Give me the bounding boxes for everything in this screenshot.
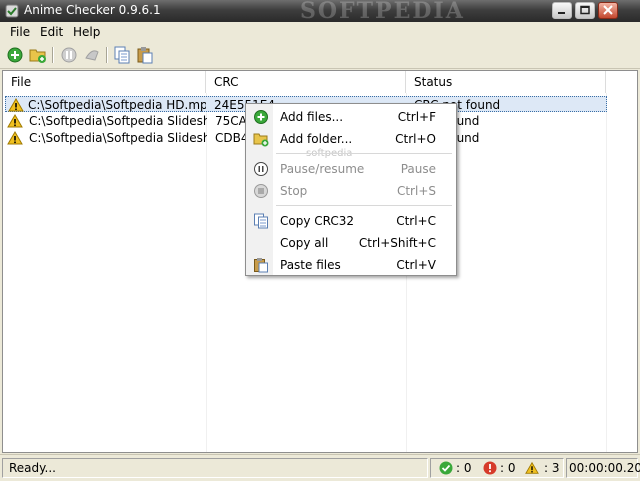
menu-item-copy-crc32[interactable]: Copy CRC32 Ctrl+C [248,211,454,231]
ok-count: : 0 [456,461,472,475]
menu-item-label: Add files... [280,110,344,124]
paste-icon[interactable] [136,46,154,64]
pause-icon [254,162,268,176]
status-bar: Ready... : 0 : 0 : 3 00:00:00.202 [0,454,640,481]
warning-icon [7,131,23,145]
menu-item-label: Stop [280,184,308,198]
add-folder-icon[interactable] [29,46,47,64]
maximize-button[interactable] [575,2,595,19]
list-header: File CRC Status [3,71,637,93]
menu-bar: File Edit Help [0,22,640,42]
minimize-button[interactable] [552,2,572,19]
add-files-icon [254,110,268,124]
add-files-icon[interactable] [6,46,24,64]
menu-item-label: Paste files [280,258,341,272]
app-icon [5,4,19,18]
status-counts-pane: : 0 : 0 : 3 [430,458,564,478]
add-folder-icon [253,133,269,147]
column-divider [206,93,207,452]
warning-icon [8,98,24,112]
paste-icon [254,258,268,273]
window-title: Anime Checker 0.9.6.1 [24,3,161,17]
ok-icon [439,461,453,475]
cell-file: C:\Softpedia\Softpedia Slideshow... [29,114,207,128]
menu-item-shortcut: Ctrl+C [396,214,436,228]
menu-file[interactable]: File [10,25,30,39]
minimize-icon [558,12,565,14]
menu-item-shortcut: Ctrl+O [395,132,436,146]
menu-help[interactable]: Help [73,25,100,39]
status-text: Ready... [9,461,56,475]
menu-separator [276,153,452,154]
cell-file: C:\Softpedia\Softpedia HD.mp4 [28,98,206,112]
menu-item-label: Copy all [280,236,329,250]
pause-icon[interactable] [60,46,78,64]
menu-edit[interactable]: Edit [40,25,63,39]
menu-item-pause-resume[interactable]: Pause/resume Pause [248,159,454,179]
status-time-pane: 00:00:00.202 [566,458,640,478]
menu-item-label: Add folder... [280,132,353,146]
toolbar-separator [52,47,54,63]
warning-icon [525,461,539,474]
warning-icon [7,114,23,128]
copy-icon [254,213,268,229]
close-button[interactable] [598,2,618,19]
menu-item-paste-files[interactable]: Paste files Ctrl+V [248,255,454,275]
maximize-icon [580,5,590,15]
menu-item-label: Copy CRC32 [280,214,355,228]
title-bar: Anime Checker 0.9.6.1 SOFTPEDIA [0,0,640,24]
column-header-crc[interactable]: CRC [206,71,406,93]
stop-icon [254,184,268,198]
menu-item-shortcut: Pause [400,162,436,176]
menu-item-add-files[interactable]: Add files... Ctrl+F [248,107,454,127]
column-divider [606,93,607,452]
column-header-status[interactable]: Status [406,71,606,93]
toolbar-separator [106,47,108,63]
status-pane: Ready... [2,458,428,478]
warning-count: : 3 [544,461,560,475]
menu-item-shortcut: Ctrl+V [396,258,436,272]
close-icon [603,5,613,15]
menu-item-shortcut: Ctrl+F [397,110,436,124]
elapsed-time: 00:00:00.202 [569,461,640,475]
cell-status: found [445,114,480,128]
menu-item-add-folder[interactable]: Add folder... Ctrl+O [248,129,454,149]
error-icon [483,461,497,475]
cell-file: C:\Softpedia\Softpedia Slideshow... [29,131,207,145]
toolbar [0,42,640,69]
menu-item-shortcut: Ctrl+Shift+C [358,236,436,250]
menu-item-copy-all[interactable]: Copy all Ctrl+Shift+C [248,233,454,253]
cell-status: found [445,131,480,145]
menu-item-label: Pause/resume [280,162,365,176]
menu-separator [276,205,452,206]
stop-icon[interactable] [83,46,101,64]
watermark: SOFTPEDIA [300,0,465,24]
context-menu: Add files... Ctrl+F Add folder... Ctrl+O… [245,103,457,276]
copy-icon[interactable] [113,46,131,64]
menu-item-shortcut: Ctrl+S [396,184,436,198]
menu-item-stop[interactable]: Stop Ctrl+S [248,181,454,201]
column-header-file[interactable]: File [3,71,206,93]
error-count: : 0 [500,461,516,475]
